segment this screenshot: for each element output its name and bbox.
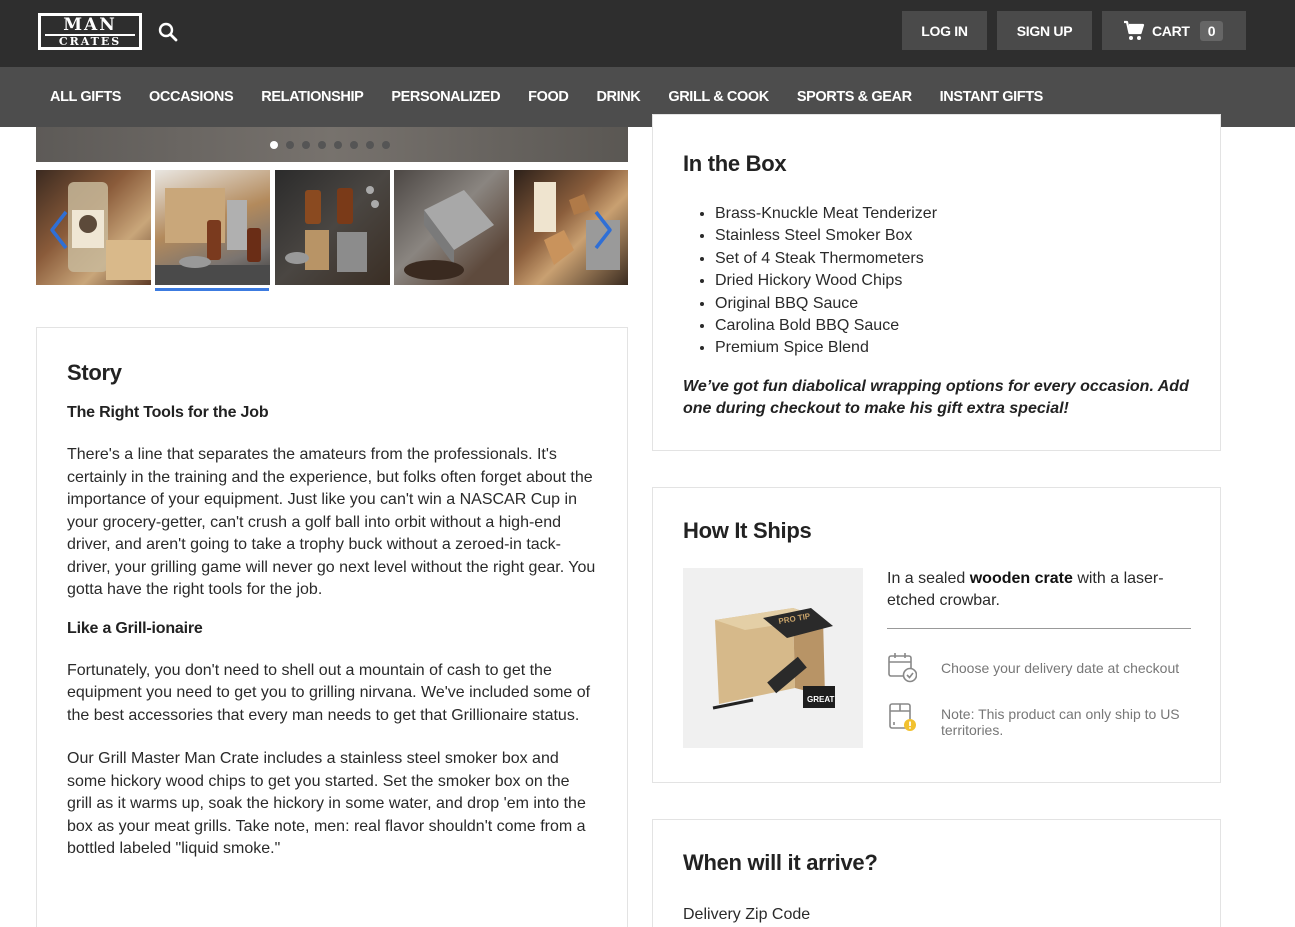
man-crates-logo[interactable]: MAN CRATES xyxy=(38,13,142,50)
list-item: Set of 4 Steak Thermometers xyxy=(715,248,1190,270)
in-the-box-title: In the Box xyxy=(683,151,787,176)
nav-all-gifts[interactable]: ALL GIFTS xyxy=(36,89,135,105)
arrival-title: When will it arrive? xyxy=(683,850,878,875)
story-paragraph-1: There's a line that separates the amateu… xyxy=(67,446,596,598)
list-item: Brass-Knuckle Meat Tenderizer xyxy=(715,203,1190,225)
nav-drink[interactable]: DRINK xyxy=(582,89,654,105)
how-it-ships-title: How It Ships xyxy=(683,518,812,543)
carousel-dot[interactable] xyxy=(350,141,358,149)
nav-food[interactable]: FOOD xyxy=(514,89,582,105)
carousel-dot[interactable] xyxy=(318,141,326,149)
selected-thumbnail-indicator xyxy=(155,288,269,291)
list-item: Stainless Steel Smoker Box xyxy=(715,225,1190,247)
story-paragraph-3: Our Grill Master Man Crate includes a st… xyxy=(67,750,586,857)
delivery-date-text: Choose your delivery date at checkout xyxy=(941,660,1180,676)
how-it-ships-card: How It Ships PRO TIP GREAT In a sealed w… xyxy=(652,487,1221,783)
wrapping-note: We’ve got fun diabolical wrapping option… xyxy=(683,377,1189,417)
top-header: MAN CRATES LOG IN SIGN UP CART 0 xyxy=(0,0,1295,67)
search-icon[interactable] xyxy=(156,20,180,44)
calendar-check-icon xyxy=(888,653,917,683)
carousel-dots xyxy=(270,141,390,149)
cart-count-badge: 0 xyxy=(1199,20,1224,41)
carousel-dot[interactable] xyxy=(366,141,374,149)
logo-line-2: CRATES xyxy=(45,34,135,48)
story-title: Story xyxy=(67,360,122,385)
story-heading-2: Like a Grill-ionaire xyxy=(67,619,203,637)
thumbnail-sauces-flatlay[interactable] xyxy=(275,170,390,285)
divider xyxy=(887,628,1191,629)
nav-occasions[interactable]: OCCASIONS xyxy=(135,89,247,105)
list-item: Original BBQ Sauce xyxy=(715,293,1190,315)
ship-desc-bold: wooden crate xyxy=(969,570,1073,587)
story-paragraph-2: Fortunately, you don't need to shell out… xyxy=(67,661,591,724)
cart-button[interactable]: CART 0 xyxy=(1102,11,1246,50)
carousel-dot[interactable] xyxy=(302,141,310,149)
zip-code-label: Delivery Zip Code xyxy=(683,906,811,923)
nav-personalized[interactable]: PERSONALIZED xyxy=(377,89,514,105)
shipping-note-text: Note: This product can only ship to US t… xyxy=(941,706,1180,738)
story-card: Story The Right Tools for the Job There'… xyxy=(36,327,628,927)
nav-relationship[interactable]: RELATIONSHIP xyxy=(247,89,377,105)
thumbnail-smoker-box[interactable] xyxy=(394,170,509,285)
cart-icon xyxy=(1124,20,1145,40)
shipping-note-row: Note: This product can only ship to US t… xyxy=(887,698,1191,738)
carousel-dot[interactable] xyxy=(382,141,390,149)
chevron-right-icon[interactable] xyxy=(590,208,616,252)
ship-desc-pre: In a sealed xyxy=(887,570,970,587)
delivery-date-row: Choose your delivery date at checkout xyxy=(887,650,1191,684)
wooden-crate-image: PRO TIP GREAT xyxy=(683,568,863,748)
signup-button[interactable]: SIGN UP xyxy=(997,11,1092,50)
package-warning-icon xyxy=(889,703,916,731)
nav-grill-cook[interactable]: GRILL & COOK xyxy=(654,89,782,105)
list-item: Premium Spice Blend xyxy=(715,337,1190,359)
box-items-list: Brass-Knuckle Meat Tenderizer Stainless … xyxy=(715,203,1190,360)
chevron-left-icon[interactable] xyxy=(46,208,72,252)
shipping-description: In a sealed wooden crate with a laser-et… xyxy=(887,568,1191,612)
list-item: Carolina Bold BBQ Sauce xyxy=(715,315,1190,337)
cart-label: CART xyxy=(1152,22,1190,39)
crate-card-text: GREAT xyxy=(807,695,835,704)
carousel-dot[interactable] xyxy=(334,141,342,149)
logo-line-1: MAN xyxy=(63,15,117,35)
carousel-dot[interactable] xyxy=(270,141,278,149)
arrival-card: When will it arrive? Delivery Zip Code xyxy=(652,819,1221,927)
list-item: Dried Hickory Wood Chips xyxy=(715,270,1190,292)
nav-sports-gear[interactable]: SPORTS & GEAR xyxy=(783,89,926,105)
nav-instant-gifts[interactable]: INSTANT GIFTS xyxy=(926,89,1057,105)
thumbnail-crate-contents[interactable] xyxy=(155,170,270,285)
carousel-dot[interactable] xyxy=(286,141,294,149)
story-heading-1: The Right Tools for the Job xyxy=(67,404,269,421)
login-button[interactable]: LOG IN xyxy=(902,11,987,50)
in-the-box-card: In the Box Brass-Knuckle Meat Tenderizer… xyxy=(652,114,1221,451)
